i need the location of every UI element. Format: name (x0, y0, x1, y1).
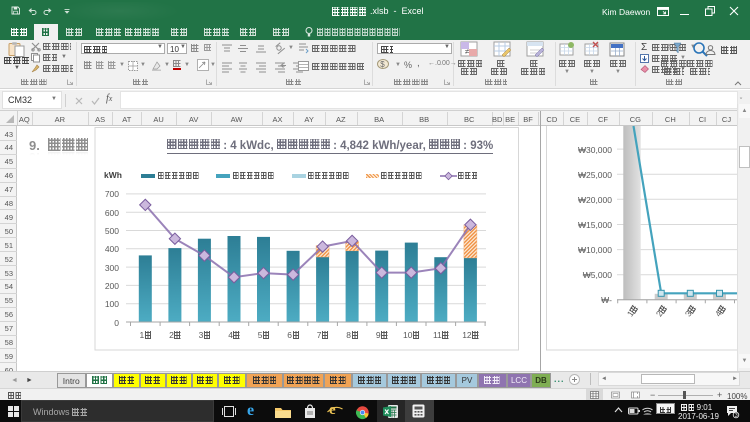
svg-text:3: 3 (735, 413, 738, 419)
